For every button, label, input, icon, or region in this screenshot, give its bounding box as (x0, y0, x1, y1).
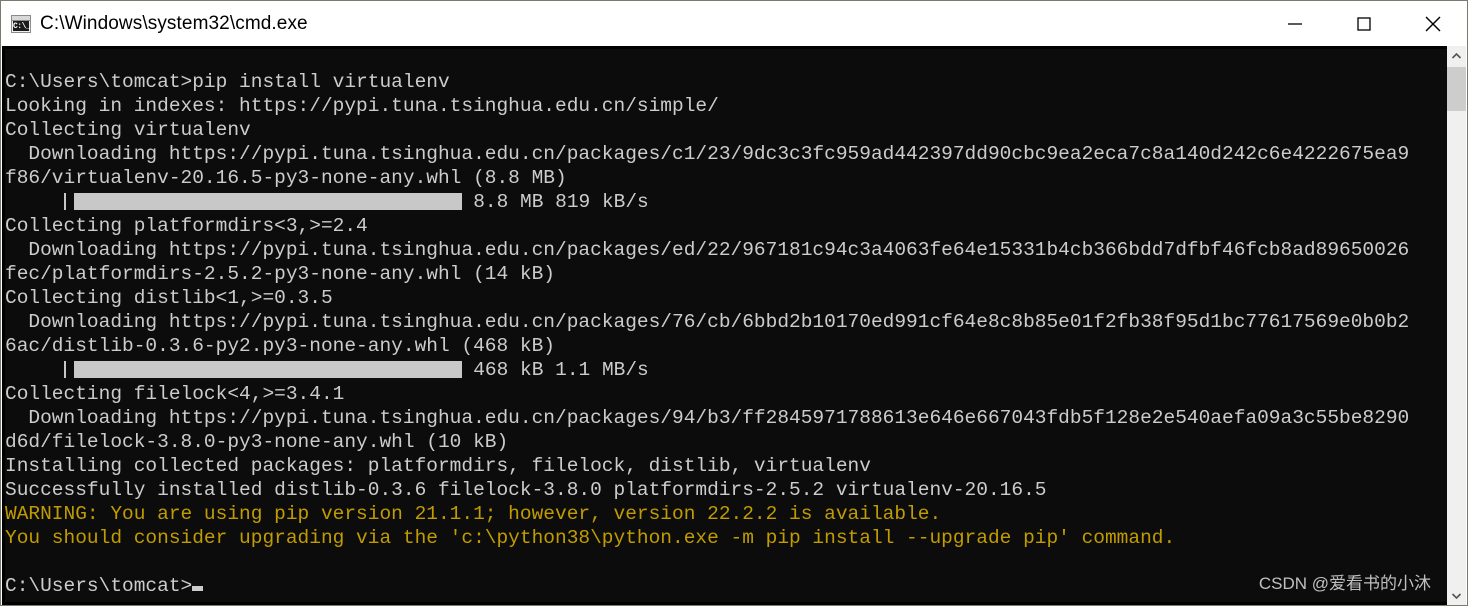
close-button[interactable] (1398, 1, 1467, 46)
progress-bar (73, 193, 462, 210)
maximize-icon (1356, 16, 1371, 31)
minimize-button[interactable] (1260, 1, 1329, 46)
scrollbar-thumb[interactable] (1447, 67, 1466, 111)
console-line: Downloading https://pypi.tuna.tsinghua.e… (5, 310, 1449, 334)
console-output-line: Successfully installed distlib-0.3.6 fil… (5, 479, 1047, 501)
minimize-icon (1287, 22, 1302, 25)
chevron-up-icon (1451, 52, 1462, 59)
console-output-line: Installing collected packages: platformd… (5, 455, 871, 477)
console-output-line: Downloading https://pypi.tuna.tsinghua.e… (5, 407, 1410, 429)
console-output-line: Downloading https://pypi.tuna.tsinghua.e… (5, 239, 1410, 261)
console-line: Successfully installed distlib-0.3.6 fil… (5, 478, 1449, 502)
progress-bar-caret (63, 361, 66, 378)
maximize-button[interactable] (1329, 1, 1398, 46)
watermark: CSDN @爱看书的小沐 (1258, 574, 1431, 593)
console-prompt-line: C:\Users\tomcat>pip install virtualenv (5, 71, 450, 93)
progress-bar-caret (63, 193, 66, 210)
console-line: Collecting filelock<4,>=3.4.1 (5, 382, 1449, 406)
console-line: 6ac/distlib-0.3.6-py2.py3-none-any.whl (… (5, 334, 1449, 358)
console-output-line: f86/virtualenv-20.16.5-py3-none-any.whl … (5, 167, 567, 189)
console-warning-line: WARNING: You are using pip version 21.1.… (5, 503, 942, 525)
console-text: C:\Users\tomcat>pip install virtualenv Lo… (5, 70, 1449, 598)
console-output-line: Looking in indexes: https://pypi.tuna.ts… (5, 95, 719, 117)
cmd-console-icon: C:\_ (11, 14, 31, 33)
console-line: Downloading https://pypi.tuna.tsinghua.e… (5, 238, 1449, 262)
chevron-down-icon (1451, 592, 1462, 599)
console-warning-line: You should consider upgrading via the 'c… (5, 527, 1176, 549)
console-line: C:\Users\tomcat>pip install virtualenv (5, 70, 1449, 94)
console-output-line: d6d/filelock-3.8.0-py3-none-any.whl (10 … (5, 431, 509, 453)
console-line-indent (5, 191, 64, 213)
caption-button-group (1260, 1, 1467, 46)
vertical-scrollbar[interactable] (1447, 46, 1466, 605)
progress-bar-status: 468 kB 1.1 MB/s (461, 359, 649, 381)
console-output-line: 6ac/distlib-0.3.6-py2.py3-none-any.whl (… (5, 335, 555, 357)
scroll-up-button[interactable] (1447, 46, 1466, 65)
console-line: C:\Users\tomcat> (5, 574, 1449, 598)
console-prompt-line: C:\Users\tomcat> (5, 575, 193, 597)
progress-bar (73, 361, 462, 378)
console-line-indent (5, 359, 64, 381)
icon-screen-glyph: C:\_ (13, 20, 31, 31)
console-output-area[interactable]: C:\Users\tomcat>pip install virtualenv Lo… (2, 46, 1449, 605)
console-line: 468 kB 1.1 MB/s (5, 358, 1449, 382)
console-line: WARNING: You are using pip version 21.1.… (5, 502, 1449, 526)
console-line: You should consider upgrading via the 'c… (5, 526, 1449, 550)
console-output-line: fec/platformdirs-2.5.2-py3-none-any.whl … (5, 263, 555, 285)
console-line: d6d/filelock-3.8.0-py3-none-any.whl (10 … (5, 430, 1449, 454)
scroll-down-button[interactable] (1447, 586, 1466, 605)
console-line: 8.8 MB 819 kB/s (5, 190, 1449, 214)
close-icon (1425, 16, 1440, 31)
console-output-line: Collecting platformdirs<3,>=2.4 (5, 215, 368, 237)
console-line: Downloading https://pypi.tuna.tsinghua.e… (5, 142, 1449, 166)
cmd-window: C:\_ C:\Windows\system32\cmd.exe C:\User… (0, 0, 1468, 606)
console-output-line: Downloading https://pypi.tuna.tsinghua.e… (5, 311, 1410, 333)
console-line: Collecting virtualenv (5, 118, 1449, 142)
console-output-line: Collecting virtualenv (5, 119, 251, 141)
console-line: Installing collected packages: platformd… (5, 454, 1449, 478)
window-title: C:\Windows\system32\cmd.exe (40, 12, 308, 34)
text-cursor (192, 586, 204, 591)
title-bar[interactable]: C:\_ C:\Windows\system32\cmd.exe (1, 1, 1467, 46)
console-line: Downloading https://pypi.tuna.tsinghua.e… (5, 406, 1449, 430)
console-line: fec/platformdirs-2.5.2-py3-none-any.whl … (5, 262, 1449, 286)
console-output-line: Downloading https://pypi.tuna.tsinghua.e… (5, 143, 1410, 165)
console-output-line: Collecting filelock<4,>=3.4.1 (5, 383, 345, 405)
console-line: Looking in indexes: https://pypi.tuna.ts… (5, 94, 1449, 118)
console-line: Collecting distlib<1,>=0.3.5 (5, 286, 1449, 310)
console-output-line: Collecting distlib<1,>=0.3.5 (5, 287, 333, 309)
console-line: Collecting platformdirs<3,>=2.4 (5, 214, 1449, 238)
scrollbar-track[interactable] (1447, 65, 1466, 586)
progress-bar-status: 8.8 MB 819 kB/s (461, 191, 649, 213)
console-line: f86/virtualenv-20.16.5-py3-none-any.whl … (5, 166, 1449, 190)
